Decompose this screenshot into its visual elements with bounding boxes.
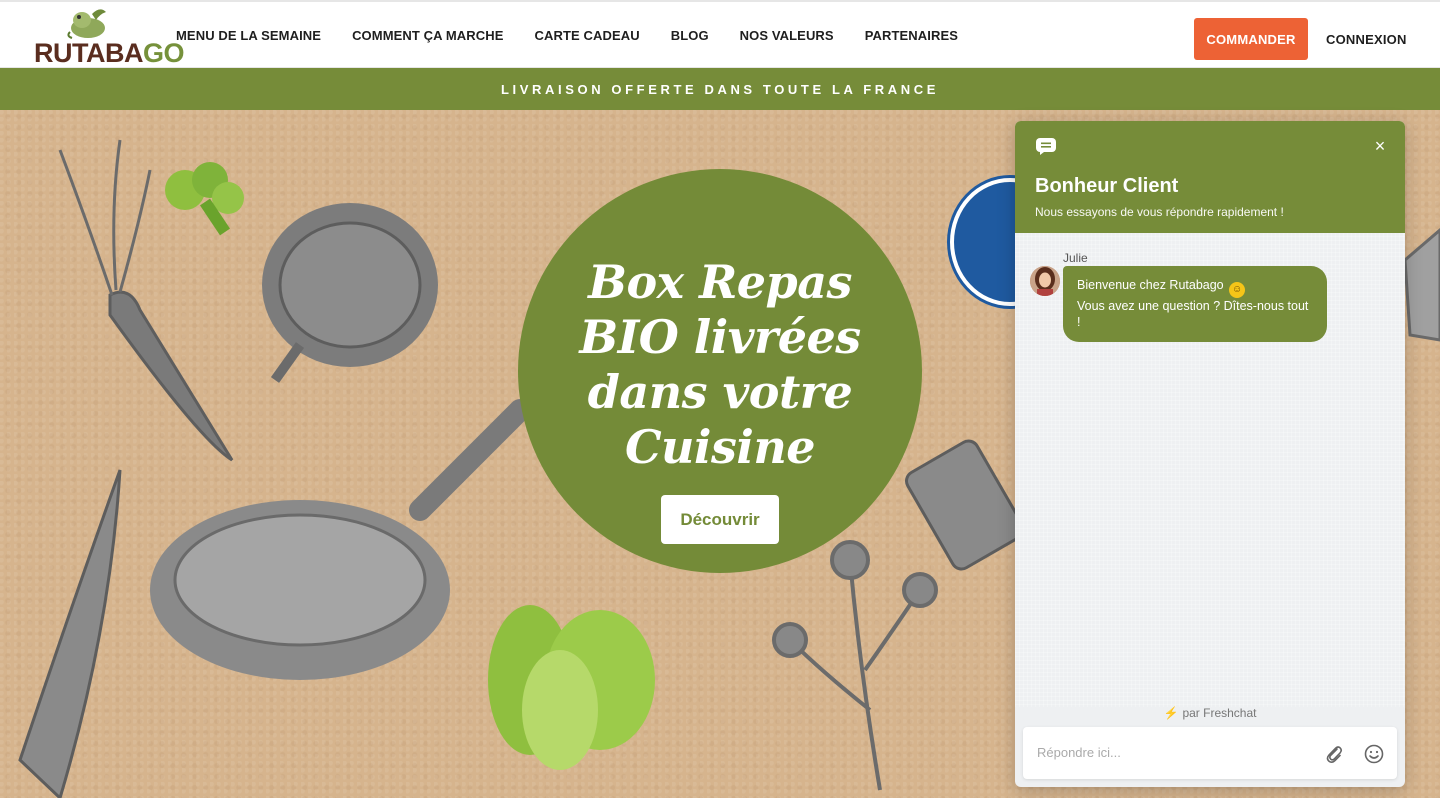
discover-button[interactable]: Découvrir — [661, 495, 779, 544]
message-line-2: Vous avez une question ? Dîtes-nous tout… — [1077, 299, 1309, 329]
reply-bar — [1023, 727, 1397, 779]
order-button[interactable]: COMMANDER — [1194, 18, 1308, 60]
rutabago-logo[interactable]: RUTABAGO — [34, 6, 185, 68]
hero-title-line: Cuisine — [624, 420, 816, 474]
logo-wordmark: RUTABAGO — [34, 38, 185, 68]
person-avatar-icon — [1030, 266, 1060, 296]
herb-illustration — [772, 540, 938, 791]
nav-blog[interactable]: BLOG — [671, 28, 709, 43]
paperclip-icon[interactable] — [1323, 743, 1345, 765]
frog-vegetable-logo-icon — [67, 9, 106, 39]
agent-message-bubble: Bienvenue chez Rutabago ☺ Vous avez une … — [1063, 266, 1327, 342]
chat-header: × Bonheur Client Nous essayons de vous r… — [1015, 121, 1405, 233]
artichoke-illustration — [262, 203, 438, 383]
chat-title: Bonheur Client — [1035, 175, 1179, 197]
login-button[interactable]: CONNEXION — [1326, 18, 1407, 60]
reply-input[interactable] — [1037, 741, 1307, 763]
hero-title-line: BIO livrées — [579, 310, 861, 364]
powered-by-label: par Freshchat — [1182, 706, 1257, 720]
nav-comment-ca-marche[interactable]: COMMENT ÇA MARCHE — [352, 28, 503, 43]
emoji-picker-icon[interactable] — [1363, 743, 1385, 765]
leek-illustration — [18, 469, 122, 798]
smiley-emoji-icon: ☺ — [1229, 282, 1246, 298]
banner-text: LIVRAISON OFFERTE DANS TOUTE LA FRANCE — [501, 81, 939, 97]
nav-nos-valeurs[interactable]: NOS VALEURS — [740, 28, 834, 43]
utensil-illustration — [1403, 228, 1440, 342]
chat-widget: × Bonheur Client Nous essayons de vous r… — [1015, 121, 1405, 787]
lightning-icon: ⚡ — [1163, 706, 1179, 720]
pan-illustration — [150, 399, 531, 680]
main-nav: MENU DE LA SEMAINE COMMENT ÇA MARCHE CAR… — [176, 2, 989, 68]
chat-bubble-icon — [1036, 138, 1056, 155]
message-line-1: Bienvenue chez Rutabago — [1077, 278, 1224, 292]
chat-subtitle: Nous essayons de vous répondre rapidemen… — [1035, 205, 1284, 219]
bok-choy-illustration — [488, 605, 655, 770]
agent-avatar — [1030, 266, 1060, 296]
hero-title-line: dans votre — [587, 365, 853, 419]
close-icon[interactable]: × — [1371, 137, 1389, 155]
free-delivery-banner: LIVRAISON OFFERTE DANS TOUTE LA FRANCE — [0, 68, 1440, 110]
agent-name: Julie — [1063, 251, 1088, 265]
hero-title: Box Repas BIO livrées dans votre Cuisine — [568, 255, 872, 475]
powered-by[interactable]: ⚡ par Freshchat — [1015, 706, 1405, 720]
broccoli-illustration — [165, 162, 244, 236]
bottle-illustration — [905, 439, 1025, 571]
nav-partenaires[interactable]: PARTENAIRES — [865, 28, 958, 43]
chat-messages: Julie Bienvenue chez Rutabago ☺ Vous ave… — [1015, 233, 1405, 707]
hero-title-line: Box Repas — [588, 255, 852, 309]
nav-menu-semaine[interactable]: MENU DE LA SEMAINE — [176, 28, 321, 43]
site-header: RUTABAGO MENU DE LA SEMAINE COMMENT ÇA M… — [0, 0, 1440, 68]
nav-carte-cadeau[interactable]: CARTE CADEAU — [535, 28, 640, 43]
